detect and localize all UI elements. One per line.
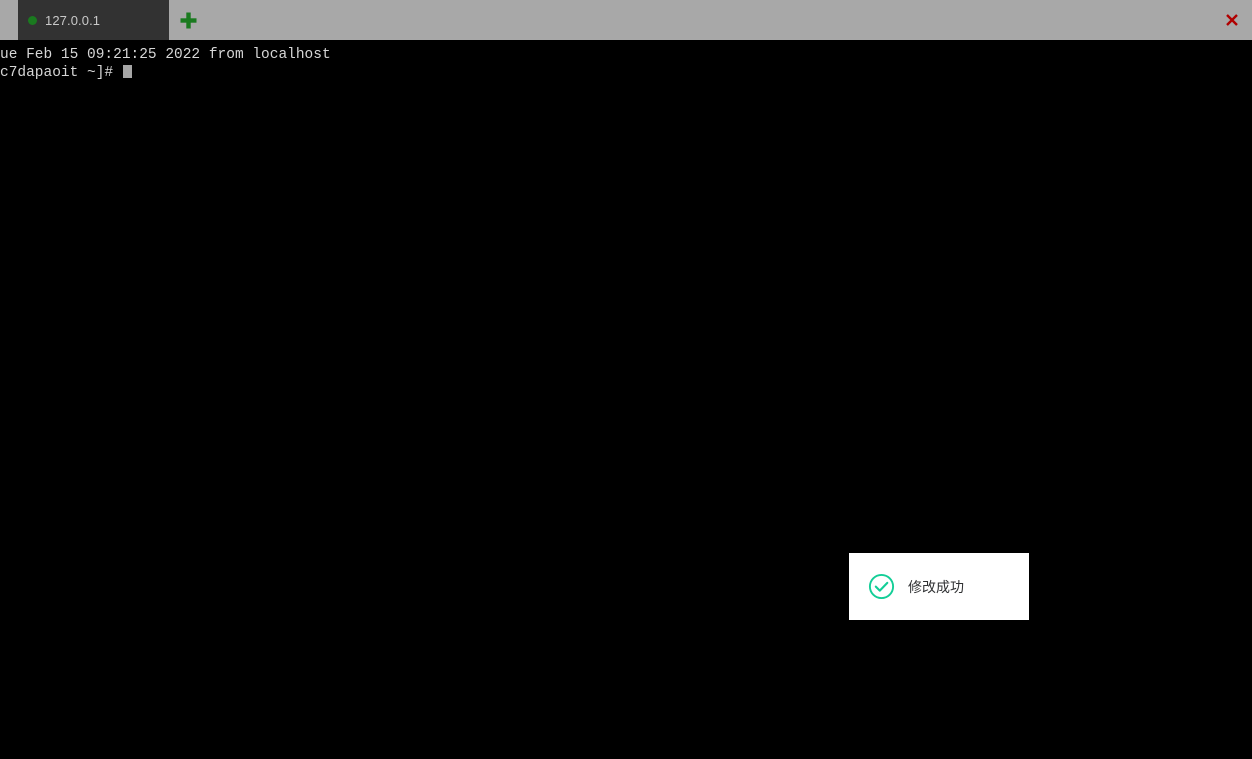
toast-notification: 修改成功 — [849, 553, 1029, 620]
tab-status-dot-icon — [28, 15, 37, 25]
terminal-output[interactable]: ue Feb 15 09:21:25 2022 from localhost c… — [0, 40, 1252, 759]
check-circle-icon — [867, 573, 895, 601]
terminal-cursor — [122, 65, 132, 78]
close-icon[interactable] — [1222, 10, 1242, 30]
terminal-prompt-line: c7dapaoit ~]# — [0, 64, 1252, 82]
toast-message: 修改成功 — [908, 579, 964, 596]
tab-strip: 127.0.0.1 — [0, 0, 1252, 40]
add-tab-button[interactable] — [177, 9, 200, 32]
tab-label: 127.0.0.1 — [45, 12, 101, 28]
terminal-prompt-text: c7dapaoit ~]# — [0, 65, 122, 81]
tab-127-0-0-1[interactable]: 127.0.0.1 — [18, 0, 169, 40]
terminal-line: ue Feb 15 09:21:25 2022 from localhost — [0, 47, 331, 63]
